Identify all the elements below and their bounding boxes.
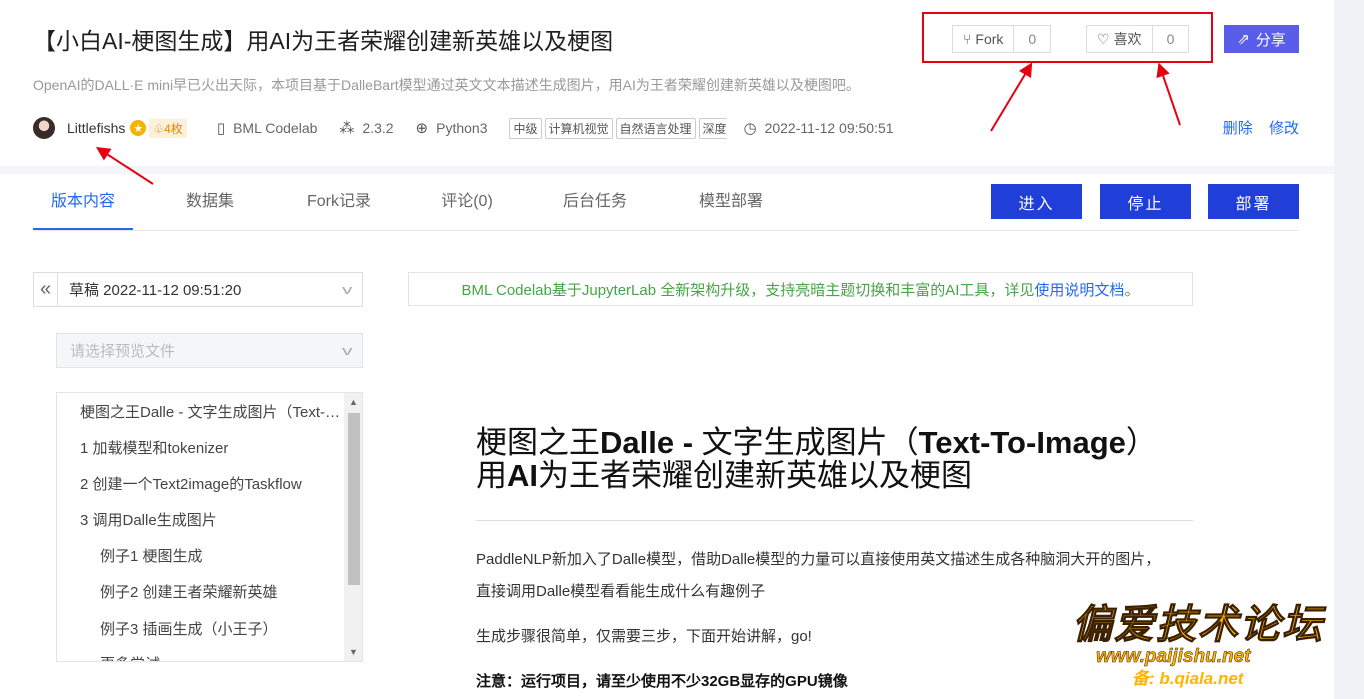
version-info: ⁂ 2.3.2	[339, 119, 393, 137]
table-of-contents: 梗图之王Dalle - 文字生成图片（Text-To-Image） 1 加载模型…	[56, 392, 363, 662]
tab-bar: 版本内容 数据集 Fork记录 评论(0) 后台任务 模型部署 进入 停止 部署	[33, 174, 1299, 231]
toc-scrollbar[interactable]: ▲ ▼	[344, 393, 362, 661]
avatar[interactable]	[33, 117, 55, 139]
tab-model-deploy[interactable]: 模型部署	[687, 174, 775, 230]
stop-button[interactable]: 停止	[1100, 184, 1191, 219]
python-icon: ⊕	[415, 120, 429, 137]
document-heading: 梗图之王Dalle - 文字生成图片（Text-To-Image） 用AI为王者…	[476, 426, 1157, 492]
toc-item[interactable]: 2 创建一个Text2image的Taskflow	[80, 473, 302, 493]
heading-part: 用	[476, 458, 507, 493]
heading-part: 为王者荣耀创建新英雄以及梗图	[538, 458, 972, 493]
heading-part: Text-To-Image	[918, 425, 1126, 460]
heading-divider	[476, 520, 1193, 521]
toc-item[interactable]: 3 调用Dalle生成图片	[80, 509, 217, 529]
owner-actions: 删除 修改	[1211, 117, 1299, 138]
clock-icon: ◷	[743, 120, 757, 137]
project-title: 【小白AI-梗图生成】用AI为王者荣耀创建新英雄以及梗图	[33, 28, 614, 54]
doc-warning: 注意：运行项目，请至少使用不少32GB显存的GPU镜像	[476, 673, 848, 690]
badge-count: ♧4枚	[149, 118, 187, 138]
doc-paragraph: 直接调用Dalle模型看看能生成什么有趣例子	[476, 583, 766, 600]
tag: 中级	[509, 117, 542, 139]
toc-item[interactable]: 例子3 插画生成（小王子）	[100, 618, 278, 638]
version-select-value: 草稿 2022-11-12 09:51:20	[69, 282, 242, 299]
notice-text: BML Codelab基于JupyterLab 全新架构升级，支持亮暗主题切换和…	[461, 281, 1035, 299]
scroll-down-icon[interactable]: ▼	[349, 647, 358, 657]
timestamp-label: 2022-11-12 09:50:51	[764, 120, 894, 136]
codelab-notice: BML Codelab基于JupyterLab 全新架构升级，支持亮暗主题切换和…	[408, 272, 1193, 306]
heading-part: Dalle -	[600, 425, 702, 460]
tag: 自然语言处理	[615, 117, 696, 139]
toc-item[interactable]: 更多尝试	[100, 653, 160, 661]
heading-part: ）	[1125, 425, 1157, 460]
delete-link[interactable]: 删除	[1223, 120, 1253, 137]
tag: 深度学习	[698, 117, 728, 139]
share-button[interactable]: ⇗ 分享	[1224, 25, 1299, 53]
author-name[interactable]: Littlefishs	[67, 120, 125, 136]
doc-paragraph: PaddleNLP新加入了Dalle模型，借助Dalle模型的力量可以直接使用英…	[476, 551, 1161, 568]
toc-item[interactable]: 1 加载模型和tokenizer	[80, 437, 228, 457]
watermark-backup: 备: b.qiala.net	[1132, 669, 1244, 688]
enter-button[interactable]: 进入	[991, 184, 1082, 219]
watermark-title: 偏爱技术论坛	[1072, 603, 1324, 648]
share-icon: ⇗	[1237, 31, 1250, 48]
heading-part: AI	[507, 458, 538, 493]
usage-docs-link[interactable]: 使用说明文档	[1034, 279, 1124, 300]
forum-watermark: 偏爱技术论坛 www.paijishu.net 备: b.qiala.net	[1072, 592, 1342, 689]
header-divider	[0, 166, 1334, 174]
preview-file-placeholder: 请选择预览文件	[70, 343, 176, 360]
tab-fork-records[interactable]: Fork记录	[295, 174, 383, 230]
project-subtitle: OpenAI的DALL·E mini早已火出天际，本项目基于DalleBart模…	[33, 77, 860, 93]
doc-paragraph: 生成步骤很简单，仅需要三步，下面开始讲解，go!	[476, 628, 812, 645]
heading-part: 文字生成图片（	[701, 425, 919, 460]
edit-link[interactable]: 修改	[1269, 120, 1299, 137]
notebook-icon: ▯	[216, 120, 226, 137]
collapse-icon[interactable]: «	[34, 273, 58, 306]
language-info: ⊕ Python3	[416, 119, 488, 137]
share-label: 分享	[1255, 31, 1286, 49]
toc-item[interactable]: 例子1 梗图生成	[100, 545, 203, 565]
project-meta: Littlefishs ★ ♧4枚 ▯ BML Codelab ⁂ 2.3.2 ⊕ P…	[33, 115, 916, 141]
preview-file-select[interactable]: 请选择预览文件 v	[56, 333, 363, 368]
version-label: 2.3.2	[362, 120, 394, 136]
tab-background-tasks[interactable]: 后台任务	[551, 174, 639, 230]
timestamp-info: ◷ 2022-11-12 09:50:51	[743, 119, 893, 137]
tab-version-content[interactable]: 版本内容	[33, 174, 133, 230]
chevron-down-icon: v	[341, 282, 352, 297]
medal-icon: ♧	[153, 121, 165, 136]
version-select[interactable]: « 草稿 2022-11-12 09:51:20 v	[33, 272, 363, 307]
environment-info: ▯ BML Codelab	[217, 119, 318, 137]
tag-list: 中级 计算机视觉 自然语言处理 深度学习	[509, 117, 728, 139]
tab-dataset[interactable]: 数据集	[173, 174, 247, 230]
tag: 计算机视觉	[544, 117, 613, 139]
star-badge-icon: ★	[130, 120, 147, 136]
toc-item[interactable]: 梗图之王Dalle - 文字生成图片（Text-To-Image）	[80, 401, 342, 421]
toc-item[interactable]: 例子2 创建王者荣耀新英雄	[100, 581, 278, 601]
paddle-icon: ⁂	[339, 120, 355, 137]
toc-scroll-thumb[interactable]	[348, 413, 360, 585]
notice-end: 。	[1124, 281, 1140, 299]
language-label: Python3	[436, 120, 488, 136]
deploy-button[interactable]: 部署	[1208, 184, 1299, 219]
tab-comments[interactable]: 评论(0)	[431, 174, 503, 230]
environment-label: BML Codelab	[233, 120, 318, 136]
badge-count-text: 4枚	[164, 121, 183, 136]
scroll-up-icon[interactable]: ▲	[349, 397, 358, 407]
annotation-box	[922, 12, 1213, 63]
heading-part: 梗图之王	[476, 425, 600, 460]
chevron-down-icon: v	[341, 343, 352, 358]
